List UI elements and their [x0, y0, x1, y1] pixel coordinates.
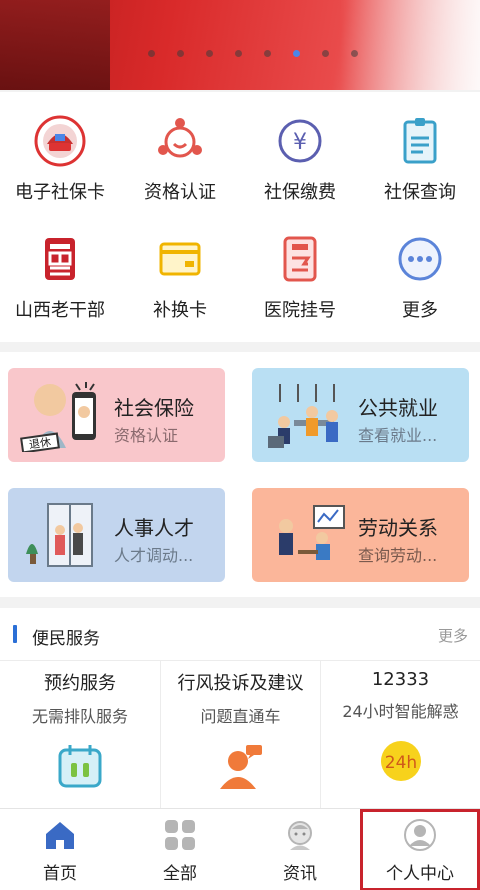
- banner-image: [0, 0, 110, 90]
- complaint-service[interactable]: 行风投诉及建议 问题直通车: [160, 661, 320, 809]
- nav-all[interactable]: 全部: [120, 809, 240, 890]
- card-subtitle: 查询劳动...: [358, 546, 438, 565]
- pagination-dot: [177, 50, 184, 57]
- item-subtitle: 24小时智能解惑: [342, 702, 459, 721]
- elevator-people-illustration: [20, 498, 104, 572]
- service-more[interactable]: 更多: [360, 210, 480, 326]
- convenience-section: 便民服务 更多 预约服务 无需排队服务 行风投诉及建议 问题直通车 12333 …: [0, 608, 480, 809]
- nav-news[interactable]: 资讯: [240, 809, 360, 890]
- veteran-cadre-icon: [33, 232, 87, 286]
- service-card-replace[interactable]: 补换卡: [120, 210, 240, 326]
- service-label: 山西老干部: [15, 300, 105, 321]
- more-icon: [393, 232, 447, 286]
- nav-profile[interactable]: 个人中心: [360, 809, 480, 890]
- service-query[interactable]: 社保查询: [360, 92, 480, 208]
- card-social-insurance[interactable]: 退休 社会保险 资格认证: [8, 368, 225, 462]
- support-agent-icon: [216, 741, 266, 791]
- item-subtitle: 问题直通车: [200, 707, 281, 726]
- service-label: 资格认证: [144, 182, 216, 203]
- service-label: 补换卡: [153, 300, 207, 321]
- pagination-dot: [148, 50, 155, 57]
- pagination-dot: [264, 50, 271, 57]
- card-subtitle: 人才调动...: [114, 546, 194, 565]
- nav-label: 资讯: [283, 864, 317, 884]
- user-icon: [402, 817, 438, 853]
- service-grid: 电子社保卡 资格认证 ¥ 社保缴费 社保查询 山西老干部 补换卡 医院挂号 更多: [0, 92, 480, 342]
- home-icon: [42, 817, 78, 853]
- service-label: 社保查询: [384, 182, 456, 203]
- nav-label: 个人中心: [386, 864, 454, 884]
- service-electronic-ss-card[interactable]: 电子社保卡: [0, 92, 120, 208]
- nav-label: 首页: [43, 864, 77, 884]
- card-title: 公共就业: [358, 396, 438, 420]
- elderly-phone-illustration: 退休: [20, 378, 104, 454]
- pagination-dot: [322, 50, 329, 57]
- item-title: 12333: [371, 669, 430, 690]
- service-label: 医院挂号: [264, 300, 336, 321]
- service-payment[interactable]: ¥ 社保缴费: [240, 92, 360, 208]
- section-title: 便民服务: [32, 629, 100, 649]
- card-title: 劳动关系: [358, 516, 438, 540]
- appointment-service[interactable]: 预约服务 无需排队服务: [0, 661, 160, 809]
- card-personnel-talent[interactable]: 人事人才 人才调动...: [8, 488, 225, 582]
- service-label: 社保缴费: [264, 182, 336, 203]
- card-subtitle: 查看就业...: [358, 426, 438, 445]
- query-document-icon: [393, 114, 447, 168]
- pagination-dot: [351, 50, 358, 57]
- convenience-items: 预约服务 无需排队服务 行风投诉及建议 问题直通车 12333 24小时智能解惑…: [0, 660, 480, 809]
- service-label: 更多: [402, 300, 438, 321]
- item-subtitle: 无需排队服务: [31, 707, 128, 726]
- nav-label: 全部: [163, 864, 197, 884]
- section-accent-bar: [13, 625, 17, 643]
- top-banner[interactable]: [0, 0, 480, 90]
- meeting-illustration: [264, 498, 348, 572]
- office-workers-illustration: [264, 378, 348, 452]
- service-veteran-cadre[interactable]: 山西老干部: [0, 210, 120, 326]
- more-link[interactable]: 更多: [438, 625, 468, 646]
- bottom-nav: 首页 全部 资讯 个人中心: [0, 808, 480, 890]
- qualification-icon: [153, 114, 207, 168]
- pagination-dot: [206, 50, 213, 57]
- pagination-dot: [235, 50, 242, 57]
- service-qualification[interactable]: 资格认证: [120, 92, 240, 208]
- card-title: 人事人才: [114, 516, 194, 540]
- section-header: 便民服务 更多: [0, 608, 480, 660]
- hotline-12333[interactable]: 12333 24小时智能解惑 24h: [320, 661, 480, 809]
- nav-home[interactable]: 首页: [0, 809, 120, 890]
- service-label: 电子社保卡: [15, 182, 105, 203]
- card-public-employment[interactable]: 公共就业 查看就业...: [252, 368, 469, 462]
- item-title: 行风投诉及建议: [177, 673, 304, 694]
- hospital-icon: [273, 232, 327, 286]
- card-icon: [153, 232, 207, 286]
- item-title: 预约服务: [44, 673, 116, 694]
- grid-icon: [162, 817, 198, 853]
- card-title: 社会保险: [114, 396, 194, 420]
- svg-text:¥: ¥: [293, 130, 307, 155]
- social-security-card-icon: [33, 114, 87, 168]
- card-labor-relations[interactable]: 劳动关系 查询劳动...: [252, 488, 469, 582]
- payment-icon: ¥: [273, 114, 327, 168]
- service-hospital[interactable]: 医院挂号: [240, 210, 360, 326]
- card-subtitle: 资格认证: [114, 426, 179, 445]
- news-icon: [282, 817, 318, 853]
- feature-cards: 退休 社会保险 资格认证 公共就业 查看就业... 人事人才 人才调动... 劳…: [0, 352, 480, 597]
- 24h-icon: 24h: [376, 736, 426, 786]
- calendar-icon: [55, 741, 105, 791]
- pagination-dot-active: [293, 50, 300, 57]
- banner-pagination: [148, 50, 358, 57]
- 24h-badge: 24h: [384, 753, 416, 773]
